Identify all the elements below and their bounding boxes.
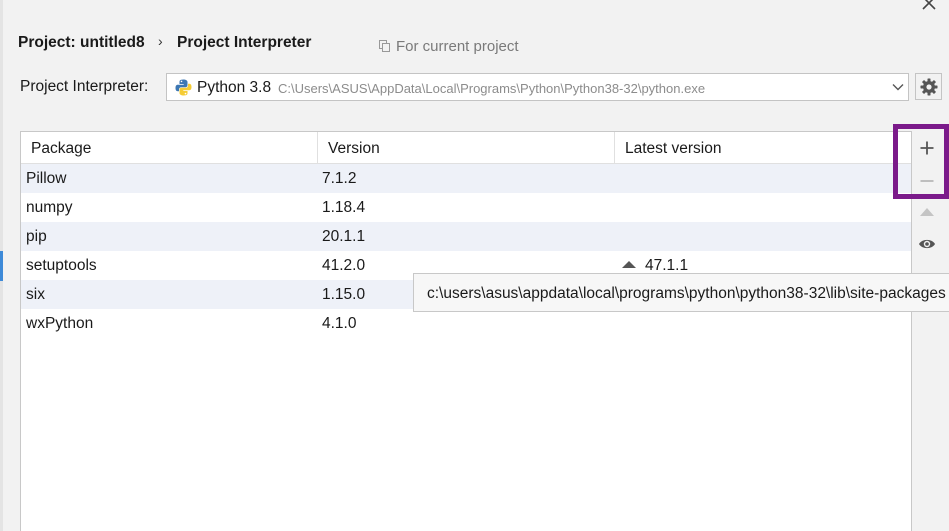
package-name: numpy	[26, 199, 73, 216]
column-header-latest-version[interactable]: Latest version	[625, 140, 722, 158]
package-version: 20.1.1	[322, 228, 366, 245]
interpreter-name: Python 3.8	[197, 79, 272, 96]
package-version: 1.15.0	[322, 286, 366, 303]
upgrade-available-icon	[622, 261, 636, 268]
selected-item-marker	[0, 251, 3, 281]
package-path-tooltip: c:\users\asus\appdata\local\programs\pyt…	[413, 273, 949, 312]
table-row[interactable]: wxPython 4.1.0	[21, 309, 911, 338]
close-icon[interactable]	[920, 0, 938, 14]
packages-table: Package Version Latest version Pillow 7.…	[20, 131, 912, 531]
gear-icon	[920, 78, 938, 96]
package-name: pip	[26, 228, 47, 245]
breadcrumb-project[interactable]: Project: untitled8	[18, 34, 145, 52]
scope-label: For current project	[396, 38, 519, 55]
python-icon	[175, 79, 192, 96]
table-row[interactable]: Pillow 7.1.2	[21, 164, 911, 193]
upgrade-icon[interactable]	[919, 206, 935, 218]
annotation-highlight-box	[893, 124, 949, 199]
column-header-version[interactable]: Version	[328, 140, 380, 158]
page-title: Project Interpreter	[177, 34, 312, 51]
breadcrumb-separator: ›	[158, 33, 163, 49]
package-version: 4.1.0	[322, 315, 357, 332]
table-row[interactable]: numpy 1.18.4	[21, 193, 911, 222]
interpreter-path: C:\Users\ASUS\AppData\Local\Programs\Pyt…	[278, 81, 706, 96]
interpreter-select[interactable]: Python 3.8 C:\Users\ASUS\AppData\Local\P…	[166, 73, 909, 101]
column-divider[interactable]	[614, 132, 615, 163]
chevron-down-icon[interactable]	[892, 83, 904, 91]
package-name: Pillow	[26, 170, 67, 187]
interpreter-settings-button[interactable]	[915, 73, 942, 100]
interpreter-label: Project Interpreter:	[20, 78, 149, 95]
table-header: Package Version Latest version	[21, 132, 911, 164]
eye-icon[interactable]	[918, 237, 936, 251]
table-row[interactable]: pip 20.1.1	[21, 222, 911, 251]
package-name: wxPython	[26, 315, 94, 332]
package-version: 1.18.4	[322, 199, 366, 216]
column-header-package[interactable]: Package	[31, 140, 91, 158]
tooltip-text: c:\users\asus\appdata\local\programs\pyt…	[427, 285, 946, 302]
copy-icon	[379, 40, 390, 52]
package-version: 7.1.2	[322, 170, 357, 187]
package-name: six	[26, 286, 45, 303]
column-divider[interactable]	[317, 132, 318, 163]
package-version: 41.2.0	[322, 257, 366, 274]
package-name: setuptools	[26, 257, 97, 274]
